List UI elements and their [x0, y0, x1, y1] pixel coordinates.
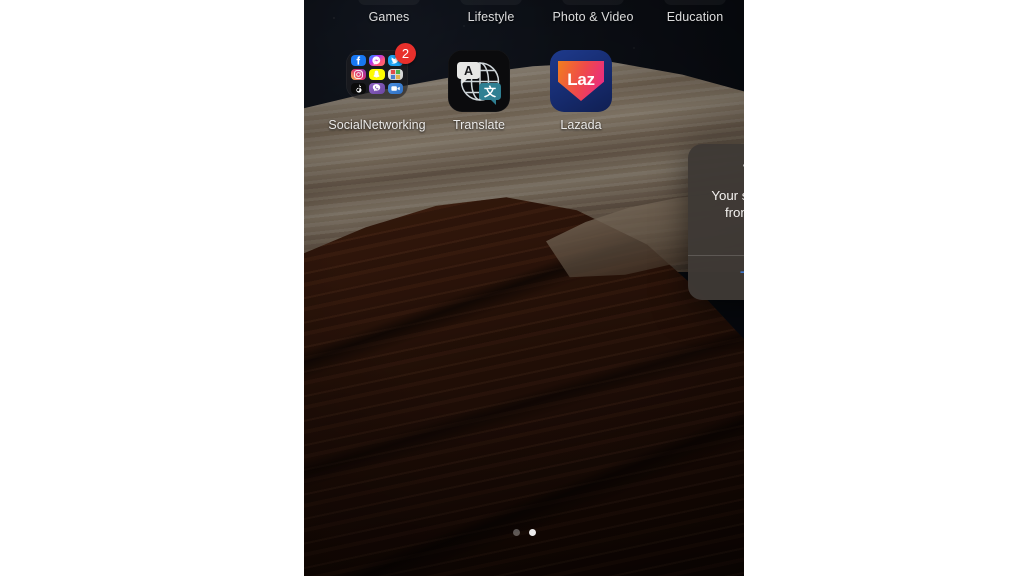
app-icon-lazada[interactable]: Laz Lazada: [530, 50, 632, 132]
viber-icon: [369, 83, 385, 94]
svg-text:文: 文: [484, 84, 497, 99]
lazada-artwork: Laz: [550, 50, 612, 112]
instagram-icon: [351, 69, 367, 80]
app-icon-translate[interactable]: A 文 Translate: [428, 50, 530, 132]
svg-text:A: A: [464, 64, 473, 78]
translate-artwork: A 文: [448, 50, 510, 112]
dialog-body: Trust This Computer? Your settings and d…: [688, 144, 744, 255]
folder-label-education: Education: [666, 10, 724, 24]
translate-tile[interactable]: A 文: [448, 50, 510, 112]
app-icon-socialnetworking[interactable]: 2 SocialNetworking: [326, 43, 428, 132]
tiktok-icon: [351, 83, 367, 94]
top-folder-label-row: Games Lifestyle Photo & Video Education: [304, 10, 744, 26]
dialog-message: Your settings and data will be accessibl…: [711, 188, 744, 220]
trust-computer-dialog: Trust This Computer? Your settings and d…: [688, 144, 744, 301]
folder-stub-education[interactable]: [664, 0, 726, 5]
page-dot-2[interactable]: [528, 529, 536, 536]
app-label-socialnetworking: SocialNetworking: [328, 118, 426, 132]
springboard: Games Lifestyle Photo & Video Education: [304, 0, 744, 576]
page-dot-1[interactable]: [512, 529, 520, 536]
app-label-translate: Translate: [452, 118, 506, 132]
facetime-icon: [387, 83, 403, 94]
app-label-lazada: Lazada: [560, 118, 602, 132]
folder-label-lifestyle: Lifestyle: [467, 10, 515, 24]
folder-badge-count: 2: [395, 43, 416, 64]
snapchat-icon: [369, 69, 385, 80]
lazada-tile[interactable]: Laz: [550, 50, 612, 112]
shopee-icon: [387, 69, 403, 80]
dialog-title: Trust This Computer?: [705, 161, 744, 181]
folder-stub-photo-video[interactable]: [562, 0, 624, 5]
folder-tile-socialnetworking[interactable]: 2: [346, 43, 416, 112]
folder-stub-lifestyle[interactable]: [460, 0, 522, 5]
facebook-icon: [351, 55, 367, 66]
trust-button[interactable]: Trust: [688, 256, 744, 300]
page-indicator[interactable]: [304, 529, 744, 536]
translate-bubble-a: A: [457, 62, 480, 84]
messenger-icon: [369, 55, 385, 66]
phone-screen: Games Lifestyle Photo & Video Education: [304, 0, 744, 576]
folder-stub-games[interactable]: [358, 0, 420, 5]
translate-globe-icon: A 文: [457, 62, 501, 105]
dialog-actions: Trust Don’t Trust: [688, 255, 744, 300]
folder-label-games: Games: [368, 10, 410, 24]
screenshot-canvas: Games Lifestyle Photo & Video Education: [0, 0, 1024, 576]
translate-bubble-cjk: 文: [479, 83, 501, 105]
folder-label-photo-video: Photo & Video: [552, 10, 634, 24]
lazada-wordmark: Laz: [567, 70, 595, 89]
